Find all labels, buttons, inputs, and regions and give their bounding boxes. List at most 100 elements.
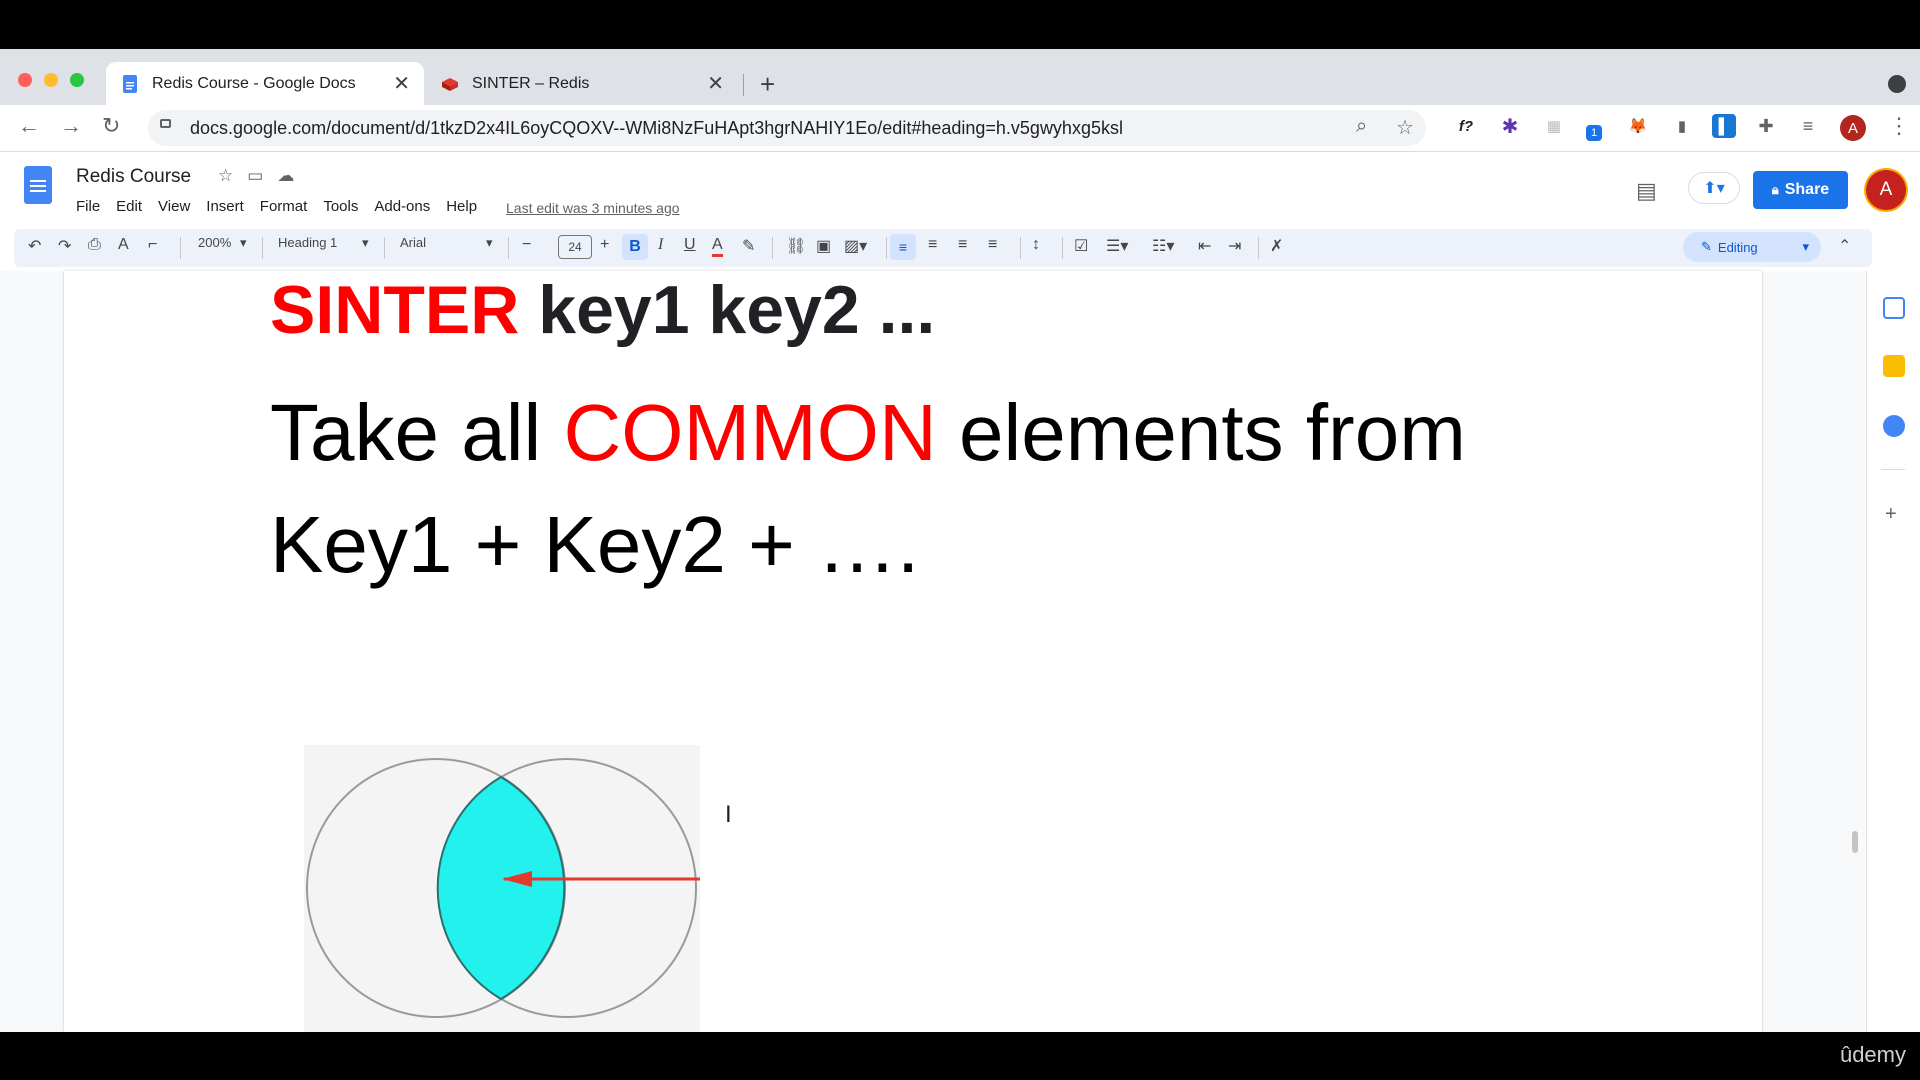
insert-image-icon[interactable]: ▨▾ (844, 236, 867, 256)
editing-mode-select[interactable]: ✎ Editing ▾ (1683, 232, 1821, 262)
tab-sinter-redis[interactable]: SINTER – Redis ✕ (426, 62, 738, 105)
document-title[interactable]: Redis Course (76, 166, 191, 188)
paragraph-style-select[interactable]: Heading 1 (278, 235, 337, 250)
document-page[interactable]: SINTER key1 key2 ... Take all COMMON ele… (64, 271, 1762, 1032)
redo-icon[interactable]: ↷ (58, 236, 71, 256)
panel-divider (1881, 469, 1905, 470)
italic-button[interactable]: I (658, 236, 663, 254)
account-avatar[interactable]: A (1866, 170, 1906, 210)
justify-icon[interactable]: ≡ (988, 236, 997, 254)
line-spacing-icon[interactable]: ↕ (1032, 236, 1040, 254)
chevron-down-icon: ▾ (240, 235, 247, 250)
close-window-button[interactable] (18, 73, 32, 87)
move-folder-icon[interactable]: ▭ (247, 166, 277, 185)
more-menu-icon[interactable]: ⋮ (1888, 113, 1910, 139)
address-bar[interactable]: docs.google.com/document/d/1tkzD2x4IL6oy… (148, 110, 1426, 146)
align-left-button[interactable]: ≡ (890, 234, 916, 260)
metamask-icon[interactable]: 🦊 (1626, 114, 1650, 138)
comment-history-icon[interactable]: ▤ (1636, 178, 1657, 204)
new-tab-button[interactable]: + (760, 69, 775, 100)
star-icon[interactable]: ☆ (218, 166, 247, 185)
document-canvas: SINTER key1 key2 ... Take all COMMON ele… (0, 271, 1866, 1032)
minimize-window-button[interactable] (44, 73, 58, 87)
redis-icon (442, 77, 458, 91)
print-icon[interactable]: ⎙ (88, 236, 101, 254)
body-line-2: Key1 + Key2 + …. (270, 500, 920, 589)
profile-avatar[interactable]: A (1840, 115, 1866, 141)
body-line-1: Take all COMMON elements from (270, 387, 1466, 479)
google-docs-logo-icon[interactable] (24, 166, 52, 204)
venn-diagram-image[interactable] (304, 745, 722, 1032)
chevron-down-icon: ▾ (362, 235, 369, 250)
menu-view[interactable]: View (158, 198, 190, 215)
bookmark-star-icon[interactable]: ☆ (1396, 115, 1414, 140)
extension-badge-icon[interactable]: 1 (1586, 125, 1602, 141)
extension-icon[interactable]: ▌ (1712, 114, 1736, 138)
puzzle-extensions-icon[interactable]: ✚ (1754, 114, 1778, 138)
formatting-toolbar: ↶ ↷ ⎙ A ⌐ 200% ▾ Heading 1 ▾ Arial ▾ − 2… (14, 229, 1872, 267)
font-select[interactable]: Arial (400, 235, 426, 250)
calendar-icon[interactable] (1883, 297, 1905, 319)
extension-icon[interactable]: ▦ (1542, 114, 1566, 138)
reading-list-icon[interactable]: ≡ (1796, 114, 1820, 138)
spellcheck-icon[interactable]: A (118, 236, 129, 254)
align-center-icon[interactable]: ≡ (928, 236, 937, 254)
tab-redis-course[interactable]: Redis Course - Google Docs ✕ (106, 62, 424, 105)
menu-add-ons[interactable]: Add-ons (374, 198, 430, 215)
bulleted-list-icon[interactable]: ☰▾ (1106, 236, 1128, 256)
increase-font-size-button[interactable]: + (600, 236, 609, 254)
extension-icon[interactable]: ▮ (1670, 114, 1694, 138)
tasks-icon[interactable] (1883, 415, 1905, 437)
reload-icon[interactable]: ↻ (102, 113, 120, 139)
venn-intersection (438, 759, 565, 1017)
heading-command: SINTER (270, 272, 520, 348)
close-tab-icon[interactable]: ✕ (707, 71, 724, 96)
clear-formatting-icon[interactable]: ✗ (1270, 236, 1283, 256)
menu-file[interactable]: File (76, 198, 100, 215)
menu-tools[interactable]: Tools (323, 198, 358, 215)
cloud-status-icon[interactable]: ☁ (277, 166, 308, 185)
bold-button[interactable]: B (622, 234, 648, 260)
zoom-select[interactable]: 200% (198, 235, 231, 250)
menu-insert[interactable]: Insert (206, 198, 244, 215)
close-tab-icon[interactable]: ✕ (393, 71, 410, 96)
decrease-indent-icon[interactable]: ⇤ (1198, 236, 1211, 256)
tab-search-icon[interactable] (1888, 75, 1906, 93)
menu-format[interactable]: Format (260, 198, 308, 215)
extension-icon[interactable]: f? (1454, 114, 1478, 138)
url-text: docs.google.com/document/d/1tkzD2x4IL6oy… (190, 118, 1123, 138)
back-icon[interactable]: ← (18, 113, 40, 139)
increase-indent-icon[interactable]: ⇥ (1228, 236, 1241, 256)
text-color-icon[interactable]: A (712, 236, 723, 257)
menu-help[interactable]: Help (446, 198, 477, 215)
paint-format-icon[interactable]: ⌐ (148, 236, 157, 254)
maximize-window-button[interactable] (70, 73, 84, 87)
decrease-font-size-button[interactable]: − (522, 236, 531, 254)
keep-icon[interactable] (1883, 355, 1905, 377)
chevron-down-icon: ▾ (486, 235, 493, 250)
lock-icon: 🔒︎ (1771, 182, 1779, 197)
extension-icon[interactable]: ✱ (1498, 114, 1522, 138)
share-button[interactable]: 🔒︎ Share (1753, 171, 1848, 209)
numbered-list-icon[interactable]: ☷▾ (1152, 236, 1174, 256)
underline-button[interactable]: U (684, 236, 696, 254)
forward-icon[interactable]: → (60, 113, 82, 139)
browser-toolbar: ← → ↻ docs.google.com/document/d/1tkzD2x… (0, 105, 1920, 152)
menu-edit[interactable]: Edit (116, 198, 142, 215)
pencil-icon: ✎ (1701, 239, 1712, 254)
last-edit-link[interactable]: Last edit was 3 minutes ago (506, 200, 680, 216)
add-comment-icon[interactable]: ▣ (816, 236, 831, 256)
insert-link-icon[interactable]: ⛓ (786, 236, 806, 256)
text-cursor-icon: I (725, 801, 732, 828)
scrollbar-thumb[interactable] (1852, 831, 1858, 853)
highlight-color-icon[interactable]: ✎ (742, 236, 755, 256)
font-size-input[interactable]: 24 (558, 235, 592, 259)
chevron-up-icon[interactable]: ⌃ (1838, 236, 1851, 256)
zoom-icon[interactable]: ⌕ (1356, 115, 1367, 138)
add-addon-icon[interactable]: + (1885, 503, 1897, 526)
undo-icon[interactable]: ↶ (28, 236, 41, 256)
align-right-icon[interactable]: ≡ (958, 236, 967, 254)
body-highlight: COMMON (563, 388, 937, 477)
checklist-icon[interactable]: ☑ (1074, 236, 1088, 256)
present-button[interactable]: ⬆▾ (1688, 172, 1740, 204)
